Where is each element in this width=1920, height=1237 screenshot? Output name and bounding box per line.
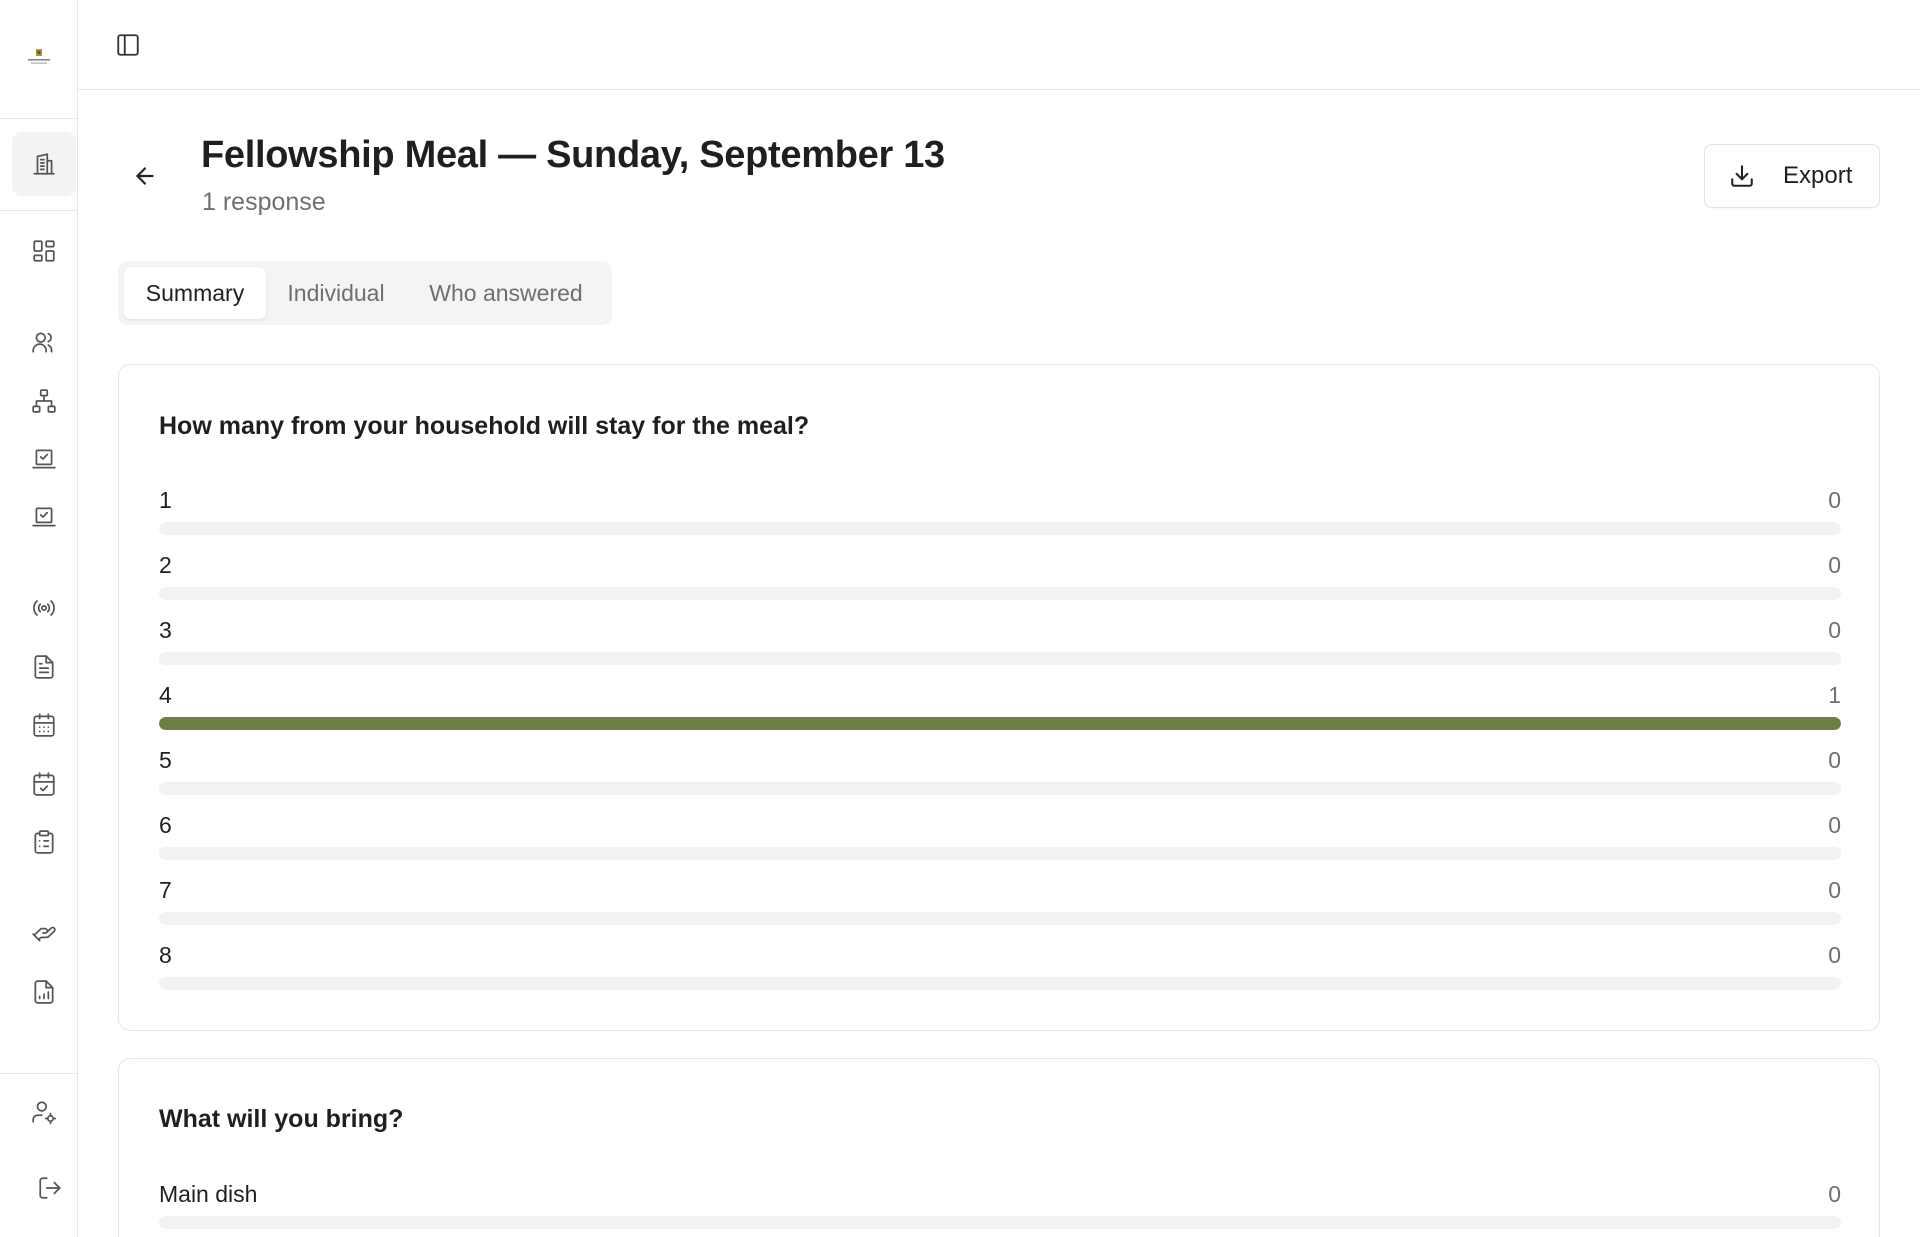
broadcast-icon <box>33 600 55 616</box>
sidebar-divider <box>0 210 77 211</box>
export-label: Export <box>1783 162 1853 189</box>
option-label: Main dish <box>159 1181 258 1207</box>
option-bar-track <box>159 782 1841 795</box>
option-label: 1 <box>159 487 172 513</box>
option-label: 6 <box>159 812 172 838</box>
sidebar-item-logout[interactable] <box>18 1156 82 1220</box>
tab-who-answered[interactable]: Who answered <box>408 267 604 319</box>
option-count: 0 <box>1828 487 1841 513</box>
option-bar-track <box>159 717 1841 730</box>
user-settings-icon <box>32 1101 57 1125</box>
sidebar-item-attendance[interactable] <box>12 485 76 549</box>
sidebar-item-groups[interactable] <box>12 369 76 433</box>
checkin-icon <box>32 449 56 469</box>
option-bar-track <box>159 912 1841 925</box>
question-title: What will you bring? <box>159 1105 404 1133</box>
top-bar <box>78 0 1920 90</box>
option-bar-track <box>159 1216 1841 1229</box>
option-count: 0 <box>1828 747 1841 773</box>
view-tabs: Summary Individual Who answered <box>118 261 612 325</box>
arrow-left-icon <box>136 167 154 185</box>
option-bar-fill <box>159 717 1841 730</box>
option-label: 4 <box>159 682 172 708</box>
option-bar-track <box>159 522 1841 535</box>
option-row: 8 0 <box>159 942 1841 1002</box>
toggle-sidebar-button[interactable] <box>114 31 142 59</box>
tab-individual[interactable]: Individual <box>268 267 404 319</box>
option-row: 6 0 <box>159 812 1841 872</box>
option-count: 1 <box>1828 682 1841 708</box>
giving-icon <box>32 926 56 942</box>
document-icon <box>34 655 54 679</box>
option-bar-track <box>159 847 1841 860</box>
option-label: 2 <box>159 552 172 578</box>
clipboard-icon <box>34 830 54 854</box>
sidebar-item-people[interactable] <box>12 310 76 374</box>
sidebar-item-organization[interactable] <box>12 132 76 196</box>
sidebar-panel-icon <box>117 34 139 56</box>
option-count: 0 <box>1828 877 1841 903</box>
option-label: 7 <box>159 877 172 903</box>
tab-summary[interactable]: Summary <box>124 267 266 319</box>
sidebar-divider <box>0 118 77 119</box>
option-row: 5 0 <box>159 747 1841 807</box>
response-count: 1 response <box>202 188 326 216</box>
sidebar-item-events[interactable] <box>12 752 76 816</box>
sidebar-item-broadcast[interactable] <box>12 576 76 640</box>
attendance-icon <box>32 507 56 527</box>
option-row: 3 0 <box>159 617 1841 677</box>
users-icon <box>32 332 53 353</box>
calendar-icon <box>33 713 55 737</box>
back-button[interactable] <box>132 158 158 194</box>
sidebar-item-dashboard[interactable] <box>12 219 76 283</box>
dashboard-icon <box>33 240 55 262</box>
option-bar-track <box>159 977 1841 990</box>
logout-icon <box>39 1177 61 1199</box>
option-row: 2 0 <box>159 552 1841 612</box>
sidebar-item-documents[interactable] <box>12 635 76 699</box>
option-bar-track <box>159 652 1841 665</box>
sidebar-divider <box>0 1073 77 1074</box>
option-row: 4 1 <box>159 682 1841 742</box>
sidebar-item-calendar[interactable] <box>12 693 76 757</box>
sidebar-item-account-settings[interactable] <box>12 1080 76 1144</box>
sidebar-item-checkin[interactable] <box>12 427 76 491</box>
option-row: 7 0 <box>159 877 1841 937</box>
option-count: 0 <box>1828 617 1841 643</box>
question-card: What will you bring? Main dish 0 <box>118 1058 1880 1237</box>
sidebar-item-giving[interactable] <box>12 901 76 965</box>
question-card: How many from your household will stay f… <box>118 364 1880 1031</box>
option-row: Main dish 0 <box>159 1181 1841 1237</box>
sidebar <box>0 0 78 1237</box>
calendar-check-icon <box>33 772 55 796</box>
option-bar-track <box>159 587 1841 600</box>
sidebar-item-forms[interactable] <box>12 810 76 874</box>
building-icon <box>33 153 55 175</box>
export-button[interactable]: Export <box>1704 144 1880 208</box>
option-row: 1 0 <box>159 487 1841 547</box>
option-count: 0 <box>1828 1181 1841 1207</box>
page-title: Fellowship Meal — Sunday, September 13 <box>201 134 945 176</box>
sidebar-item-reports[interactable] <box>12 960 76 1024</box>
download-icon <box>1731 165 1753 187</box>
report-icon <box>34 980 54 1004</box>
option-label: 3 <box>159 617 172 643</box>
org-chart-icon <box>32 389 56 413</box>
option-count: 0 <box>1828 942 1841 968</box>
option-label: 8 <box>159 942 172 968</box>
option-count: 0 <box>1828 552 1841 578</box>
question-title: How many from your household will stay f… <box>159 412 810 440</box>
option-count: 0 <box>1828 812 1841 838</box>
church-logo[interactable] <box>26 48 52 68</box>
option-label: 5 <box>159 747 172 773</box>
